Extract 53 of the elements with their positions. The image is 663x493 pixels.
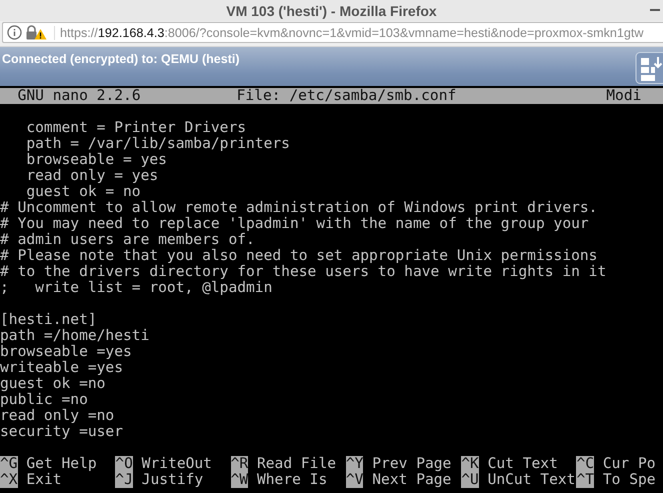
shortcut-label: Cut Text <box>488 456 558 472</box>
config-line: read only =no <box>0 408 116 424</box>
extra-keys-icon[interactable] <box>635 52 663 84</box>
file-name: File: /etc/samba/smb.conf <box>236 88 456 104</box>
config-line: path = /var/lib/samba/printers <box>25 136 291 152</box>
config-line: # Uncomment to allow remote administration of Windows print drivers. <box>0 200 598 216</box>
shortcut-key: ^K <box>461 456 479 472</box>
shortcut-key: ^X <box>0 472 18 488</box>
shortcut-key: ^O <box>115 456 133 472</box>
config-line: public =no <box>0 392 89 408</box>
shortcut-label: Next Page <box>372 472 452 488</box>
shortcut-label: UnCut Text <box>488 472 576 488</box>
editor-version: GNU nano 2.2.6 <box>18 88 141 104</box>
config-line: security =user <box>0 424 124 440</box>
config-line: guest ok =no <box>0 376 106 392</box>
minimize-icon[interactable] <box>650 9 660 12</box>
url-text: https://192.168.4.3:8006/?console=kvm&novnc=1&vmid=103&vmname=hesti&node=proxmox-smkn1gtw <box>54 26 644 40</box>
config-line: browseable = yes <box>25 152 168 168</box>
lock-warning-icon[interactable] <box>25 25 47 40</box>
config-line: guest ok = no <box>25 184 142 200</box>
config-line: comment = Printer Drivers <box>25 120 248 136</box>
shortcut-key: ^Y <box>346 456 364 472</box>
info-icon[interactable] <box>7 25 22 40</box>
window-title: VM 103 ('hesti') - Mozilla Firefox <box>226 2 437 18</box>
shortcut-label: To Spe <box>602 472 656 488</box>
shortcut-label: Get Help <box>26 456 97 472</box>
shortcut-label: Read File <box>256 456 336 472</box>
shortcut-label: Exit <box>26 472 62 488</box>
shortcut-key: ^C <box>576 456 594 472</box>
connection-status: Connected (encrypted) to: QEMU (hesti) <box>2 52 240 66</box>
shortcut-key: ^T <box>576 472 594 488</box>
config-line: # to the drivers directory for these users to have write rights in it <box>0 264 608 280</box>
shortcut-key: ^R <box>230 456 248 472</box>
shortcut-label: Cur Po <box>602 456 656 472</box>
config-line: [hesti.net] <box>0 312 98 328</box>
config-line: writeable =yes <box>0 360 124 376</box>
config-line: # Please note that you also need to set appropriate Unix permissions <box>0 248 598 264</box>
shortcut-label: Justify <box>142 472 204 488</box>
config-line: browseable =yes <box>0 344 133 360</box>
shortcut-key: ^J <box>115 472 133 488</box>
config-line: path =/home/hesti <box>0 328 150 344</box>
config-line: # You may need to replace 'lpadmin' with the name of the group your <box>0 216 590 232</box>
shortcut-label: Prev Page <box>372 456 452 472</box>
url-field[interactable]: https://192.168.4.3:8006/?console=kvm&novnc=1&vmid=103&vmname=hesti&node=proxmox-smkn1gtw <box>2 22 663 43</box>
modified-status: Modi <box>606 88 642 104</box>
shortcut-key: ^U <box>461 472 479 488</box>
shortcut-label: Where Is <box>256 472 328 488</box>
shortcut-key: ^V <box>346 472 364 488</box>
config-line: read only = yes <box>25 168 160 184</box>
shortcut-key: ^G <box>0 456 18 472</box>
shortcut-label: WriteOut <box>142 456 212 472</box>
config-line: # admin users are members of. <box>0 232 256 248</box>
config-line: ; write list = root, @lpadmin <box>0 280 274 296</box>
